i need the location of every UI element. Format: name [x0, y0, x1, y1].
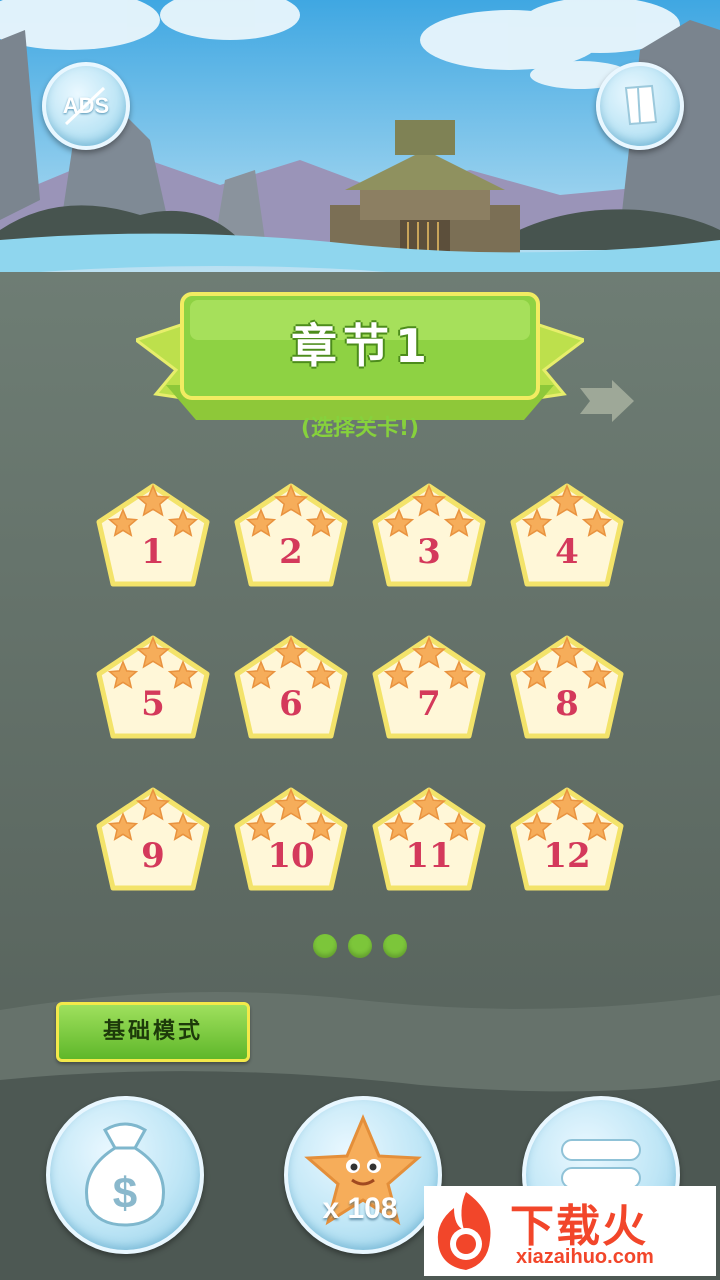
level-number: 8 [555, 684, 579, 724]
watermark-url: xiazaihuo.com [516, 1246, 654, 1268]
watermark-title: 下载火 [510, 1201, 648, 1252]
shop-button[interactable]: $ [46, 1096, 204, 1254]
page-dot-2[interactable] [348, 934, 372, 958]
level-button-11[interactable]: 11 [371, 784, 487, 894]
level-number: 5 [141, 684, 165, 724]
level-number: 10 [267, 836, 315, 876]
level-button-10[interactable]: 10 [233, 784, 349, 894]
remove-ads-button[interactable]: ADS [42, 62, 130, 150]
no-ads-slash-icon [64, 86, 106, 126]
level-number: 3 [417, 532, 441, 572]
chapter-subtitle: (选择关卡!) [300, 416, 420, 441]
level-number: 6 [279, 684, 303, 724]
svg-text:$: $ [113, 1169, 137, 1218]
page-dot-1[interactable] [313, 934, 337, 958]
level-button-6[interactable]: 6 [233, 632, 349, 742]
star-character-icon [304, 1114, 422, 1226]
level-number: 2 [279, 532, 303, 572]
level-number: 4 [555, 532, 579, 572]
level-button-4[interactable]: 4 [509, 480, 625, 590]
chapter-title: 章节1 [290, 319, 433, 373]
level-button-8[interactable]: 8 [509, 632, 625, 742]
watermark: 下载火 xiazaihuo.com [424, 1186, 716, 1276]
next-chapter-arrow-icon[interactable] [576, 378, 636, 424]
level-button-1[interactable]: 1 [95, 480, 211, 590]
level-number: 9 [141, 836, 165, 876]
level-number: 12 [543, 836, 591, 876]
flame-logo-icon [437, 1192, 491, 1270]
level-button-3[interactable]: 3 [371, 480, 487, 590]
page-dot-3[interactable] [383, 934, 407, 958]
level-number: 7 [417, 684, 441, 724]
star-count: x 108 [322, 1192, 398, 1225]
basic-mode-button[interactable]: 基础模式 [56, 1002, 250, 1062]
level-number: 1 [141, 532, 165, 572]
level-number: 11 [405, 836, 453, 876]
level-button-12[interactable]: 12 [509, 784, 625, 894]
money-bag-icon: $ [85, 1122, 165, 1227]
level-button-9[interactable]: 9 [95, 784, 211, 894]
book-icon [624, 84, 658, 126]
stars-button[interactable] [284, 1096, 442, 1254]
level-button-5[interactable]: 5 [95, 632, 211, 742]
level-button-2[interactable]: 2 [233, 480, 349, 590]
book-button[interactable] [596, 62, 684, 150]
level-button-7[interactable]: 7 [371, 632, 487, 742]
